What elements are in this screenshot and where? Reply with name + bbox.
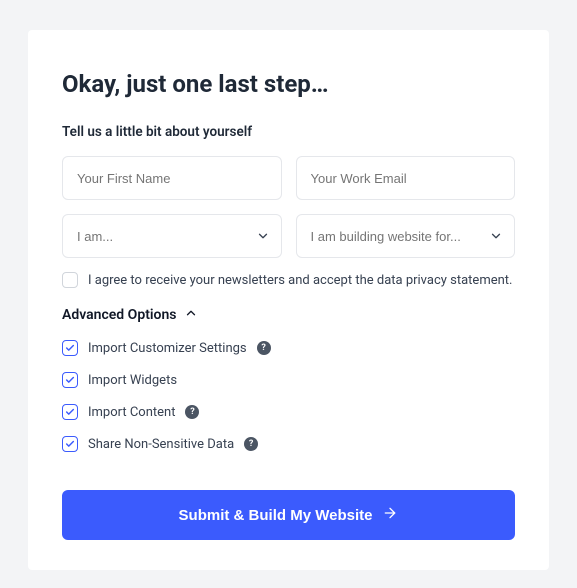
option-label: Share Non-Sensitive Data [88, 437, 234, 452]
consent-label: I agree to receive your newsletters and … [88, 273, 512, 288]
advanced-options-label: Advanced Options [62, 307, 176, 323]
option-checkbox[interactable] [62, 372, 78, 388]
i-am-select[interactable] [62, 214, 282, 258]
work-email-input[interactable] [296, 156, 516, 200]
page-title: Okay, just one last step… [62, 70, 515, 98]
info-icon[interactable]: ? [257, 341, 271, 355]
first-name-input[interactable] [62, 156, 282, 200]
option-checkbox[interactable] [62, 340, 78, 356]
option-row: Import Content ? [62, 404, 515, 420]
chevron-up-icon [184, 306, 198, 324]
consent-checkbox[interactable] [62, 272, 78, 288]
option-checkbox[interactable] [62, 436, 78, 452]
page-subtitle: Tell us a little bit about yourself [62, 124, 515, 140]
option-label: Import Content [88, 405, 175, 420]
submit-button-label: Submit & Build My Website [179, 507, 373, 524]
consent-row: I agree to receive your newsletters and … [62, 272, 515, 288]
option-row: Import Widgets [62, 372, 515, 388]
advanced-options-list: Import Customizer Settings ? Import Widg… [62, 340, 515, 452]
option-label: Import Widgets [88, 373, 177, 388]
building-for-select[interactable] [296, 214, 516, 258]
option-row: Import Customizer Settings ? [62, 340, 515, 356]
option-row: Share Non-Sensitive Data ? [62, 436, 515, 452]
select-row [62, 214, 515, 258]
advanced-options-toggle[interactable]: Advanced Options [62, 306, 515, 324]
info-icon[interactable]: ? [244, 437, 258, 451]
info-icon[interactable]: ? [185, 405, 199, 419]
name-email-row [62, 156, 515, 200]
building-for-select-wrap [296, 214, 516, 258]
form-card: Okay, just one last step… Tell us a litt… [28, 30, 549, 570]
option-label: Import Customizer Settings [88, 341, 247, 356]
i-am-select-wrap [62, 214, 282, 258]
arrow-right-icon [382, 505, 398, 525]
submit-button[interactable]: Submit & Build My Website [62, 490, 515, 540]
option-checkbox[interactable] [62, 404, 78, 420]
